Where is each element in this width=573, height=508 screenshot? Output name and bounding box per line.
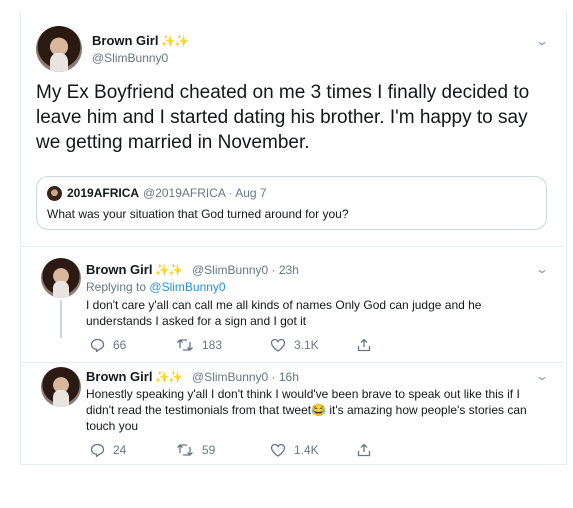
- author-handle[interactable]: @SlimBunny0: [92, 51, 168, 65]
- reply-count: 66: [113, 338, 127, 352]
- reply-author-handle[interactable]: @SlimBunny0 · 16h: [192, 370, 299, 384]
- retweet-button[interactable]: 59: [176, 443, 215, 457]
- share-button[interactable]: [357, 338, 379, 352]
- thread-line: [60, 300, 62, 338]
- share-icon: [357, 443, 371, 457]
- retweet-count: 183: [202, 338, 223, 352]
- quote-text: What was your situation that God turned …: [47, 207, 349, 221]
- retweet-button[interactable]: 183: [176, 338, 222, 352]
- replying-to: Replying to @SlimBunny0: [86, 280, 226, 294]
- author-name[interactable]: Brown Girl ✨✨: [92, 33, 189, 48]
- reply-author-name-text: Brown Girl: [86, 369, 153, 384]
- chevron-down-icon[interactable]: ⌄: [535, 369, 549, 383]
- retweet-count: 59: [202, 443, 216, 457]
- replying-to-label: Replying to: [86, 280, 147, 294]
- like-icon: [270, 443, 286, 457]
- quote-avatar: [47, 186, 62, 201]
- retweet-icon: [177, 444, 193, 456]
- avatar[interactable]: [41, 258, 81, 298]
- reply-button[interactable]: 24: [90, 443, 126, 457]
- reply-author-name-text: Brown Girl: [86, 262, 153, 277]
- quote-author-handle: @2019AFRICA · Aug 7: [143, 186, 267, 200]
- sparkle-icon: ✨✨: [154, 370, 183, 384]
- retweet-icon: [177, 339, 193, 351]
- reply-text: I don't care y'all can call me all kinds…: [86, 298, 482, 328]
- like-icon: [270, 338, 286, 352]
- like-button[interactable]: 1.4K: [270, 443, 319, 457]
- reply-count: 24: [113, 443, 127, 457]
- avatar[interactable]: [41, 367, 81, 407]
- reply-author-name[interactable]: Brown Girl ✨✨: [86, 369, 183, 384]
- sparkle-icon: ✨✨: [160, 34, 189, 48]
- reply-text: Honestly speaking y'all I don't think I …: [86, 387, 527, 433]
- quoted-tweet[interactable]: 2019AFRICA @2019AFRICA · Aug 7 What was …: [36, 176, 547, 230]
- reply-author-handle[interactable]: @SlimBunny0 · 23h: [192, 263, 299, 277]
- divider: [21, 362, 564, 363]
- tweet-text: My Ex Boyfriend cheated on me 3 times I …: [36, 82, 530, 153]
- share-icon: [357, 338, 371, 352]
- quote-author-name: 2019AFRICA: [67, 186, 140, 200]
- like-count: 3.1K: [294, 338, 319, 352]
- reply-author-name[interactable]: Brown Girl ✨✨: [86, 262, 183, 277]
- avatar[interactable]: [36, 26, 82, 72]
- chevron-down-icon[interactable]: ⌄: [535, 34, 549, 48]
- sparkle-icon: ✨✨: [154, 263, 183, 277]
- like-count: 1.4K: [294, 443, 319, 457]
- reply-icon: [90, 443, 105, 457]
- author-name-text: Brown Girl: [92, 33, 159, 48]
- chevron-down-icon[interactable]: ⌄: [535, 262, 549, 276]
- divider: [21, 246, 564, 247]
- replying-to-link[interactable]: @SlimBunny0: [149, 280, 225, 294]
- reply-button[interactable]: 66: [90, 338, 126, 352]
- reply-icon: [90, 338, 105, 352]
- like-button[interactable]: 3.1K: [270, 338, 319, 352]
- share-button[interactable]: [357, 443, 379, 457]
